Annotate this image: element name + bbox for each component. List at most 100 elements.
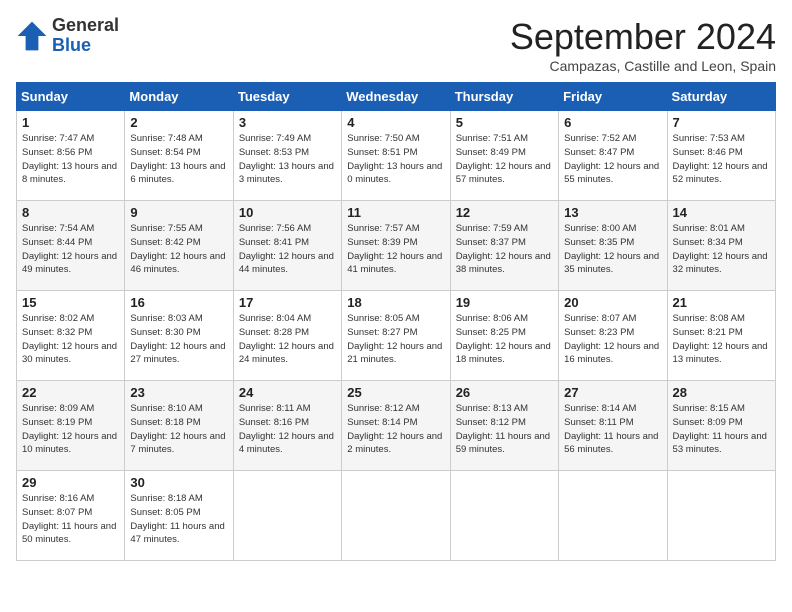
month-title: September 2024 — [510, 16, 776, 58]
day-number: 3 — [239, 115, 336, 130]
day-info: Sunrise: 8:13 AM Sunset: 8:12 PM Dayligh… — [456, 402, 553, 457]
day-info: Sunrise: 8:02 AM Sunset: 8:32 PM Dayligh… — [22, 312, 119, 367]
day-number: 16 — [130, 295, 227, 310]
calendar-cell: 11 Sunrise: 7:57 AM Sunset: 8:39 PM Dayl… — [342, 201, 450, 291]
calendar-cell — [559, 471, 667, 561]
day-number: 29 — [22, 475, 119, 490]
calendar-header-thursday: Thursday — [450, 83, 558, 111]
calendar-cell: 30 Sunrise: 8:18 AM Sunset: 8:05 PM Dayl… — [125, 471, 233, 561]
day-number: 27 — [564, 385, 661, 400]
day-number: 11 — [347, 205, 444, 220]
calendar-table: SundayMondayTuesdayWednesdayThursdayFrid… — [16, 82, 776, 561]
day-number: 4 — [347, 115, 444, 130]
day-number: 2 — [130, 115, 227, 130]
day-number: 21 — [673, 295, 770, 310]
day-info: Sunrise: 8:18 AM Sunset: 8:05 PM Dayligh… — [130, 492, 227, 547]
day-info: Sunrise: 8:16 AM Sunset: 8:07 PM Dayligh… — [22, 492, 119, 547]
day-number: 17 — [239, 295, 336, 310]
day-number: 18 — [347, 295, 444, 310]
calendar-cell: 7 Sunrise: 7:53 AM Sunset: 8:46 PM Dayli… — [667, 111, 775, 201]
day-info: Sunrise: 7:50 AM Sunset: 8:51 PM Dayligh… — [347, 132, 444, 187]
calendar-cell: 21 Sunrise: 8:08 AM Sunset: 8:21 PM Dayl… — [667, 291, 775, 381]
calendar-header-row: SundayMondayTuesdayWednesdayThursdayFrid… — [17, 83, 776, 111]
calendar-cell — [342, 471, 450, 561]
calendar-cell: 29 Sunrise: 8:16 AM Sunset: 8:07 PM Dayl… — [17, 471, 125, 561]
day-info: Sunrise: 7:53 AM Sunset: 8:46 PM Dayligh… — [673, 132, 770, 187]
logo-icon — [16, 20, 48, 52]
calendar-cell: 10 Sunrise: 7:56 AM Sunset: 8:41 PM Dayl… — [233, 201, 341, 291]
day-info: Sunrise: 7:56 AM Sunset: 8:41 PM Dayligh… — [239, 222, 336, 277]
day-info: Sunrise: 8:06 AM Sunset: 8:25 PM Dayligh… — [456, 312, 553, 367]
calendar-cell: 25 Sunrise: 8:12 AM Sunset: 8:14 PM Dayl… — [342, 381, 450, 471]
calendar-cell: 17 Sunrise: 8:04 AM Sunset: 8:28 PM Dayl… — [233, 291, 341, 381]
day-info: Sunrise: 8:01 AM Sunset: 8:34 PM Dayligh… — [673, 222, 770, 277]
day-number: 10 — [239, 205, 336, 220]
day-info: Sunrise: 7:59 AM Sunset: 8:37 PM Dayligh… — [456, 222, 553, 277]
day-info: Sunrise: 7:51 AM Sunset: 8:49 PM Dayligh… — [456, 132, 553, 187]
calendar-week-row: 8 Sunrise: 7:54 AM Sunset: 8:44 PM Dayli… — [17, 201, 776, 291]
calendar-cell: 15 Sunrise: 8:02 AM Sunset: 8:32 PM Dayl… — [17, 291, 125, 381]
day-info: Sunrise: 7:49 AM Sunset: 8:53 PM Dayligh… — [239, 132, 336, 187]
day-number: 12 — [456, 205, 553, 220]
calendar-cell: 28 Sunrise: 8:15 AM Sunset: 8:09 PM Dayl… — [667, 381, 775, 471]
calendar-cell: 24 Sunrise: 8:11 AM Sunset: 8:16 PM Dayl… — [233, 381, 341, 471]
day-number: 15 — [22, 295, 119, 310]
day-info: Sunrise: 7:52 AM Sunset: 8:47 PM Dayligh… — [564, 132, 661, 187]
day-info: Sunrise: 8:14 AM Sunset: 8:11 PM Dayligh… — [564, 402, 661, 457]
day-info: Sunrise: 7:54 AM Sunset: 8:44 PM Dayligh… — [22, 222, 119, 277]
calendar-week-row: 29 Sunrise: 8:16 AM Sunset: 8:07 PM Dayl… — [17, 471, 776, 561]
day-info: Sunrise: 7:47 AM Sunset: 8:56 PM Dayligh… — [22, 132, 119, 187]
calendar-cell — [667, 471, 775, 561]
calendar-cell: 12 Sunrise: 7:59 AM Sunset: 8:37 PM Dayl… — [450, 201, 558, 291]
day-info: Sunrise: 8:08 AM Sunset: 8:21 PM Dayligh… — [673, 312, 770, 367]
calendar-cell: 9 Sunrise: 7:55 AM Sunset: 8:42 PM Dayli… — [125, 201, 233, 291]
day-info: Sunrise: 8:04 AM Sunset: 8:28 PM Dayligh… — [239, 312, 336, 367]
day-number: 14 — [673, 205, 770, 220]
day-number: 1 — [22, 115, 119, 130]
calendar-cell — [450, 471, 558, 561]
day-number: 26 — [456, 385, 553, 400]
logo: General Blue — [16, 16, 119, 56]
day-info: Sunrise: 8:00 AM Sunset: 8:35 PM Dayligh… — [564, 222, 661, 277]
calendar-header-saturday: Saturday — [667, 83, 775, 111]
calendar-cell: 4 Sunrise: 7:50 AM Sunset: 8:51 PM Dayli… — [342, 111, 450, 201]
day-info: Sunrise: 7:48 AM Sunset: 8:54 PM Dayligh… — [130, 132, 227, 187]
calendar-cell: 8 Sunrise: 7:54 AM Sunset: 8:44 PM Dayli… — [17, 201, 125, 291]
location-text: Campazas, Castille and Leon, Spain — [510, 58, 776, 74]
calendar-header-monday: Monday — [125, 83, 233, 111]
day-info: Sunrise: 8:05 AM Sunset: 8:27 PM Dayligh… — [347, 312, 444, 367]
calendar-week-row: 22 Sunrise: 8:09 AM Sunset: 8:19 PM Dayl… — [17, 381, 776, 471]
calendar-cell: 20 Sunrise: 8:07 AM Sunset: 8:23 PM Dayl… — [559, 291, 667, 381]
day-number: 24 — [239, 385, 336, 400]
day-number: 22 — [22, 385, 119, 400]
calendar-week-row: 1 Sunrise: 7:47 AM Sunset: 8:56 PM Dayli… — [17, 111, 776, 201]
day-number: 8 — [22, 205, 119, 220]
calendar-cell: 2 Sunrise: 7:48 AM Sunset: 8:54 PM Dayli… — [125, 111, 233, 201]
calendar-cell: 14 Sunrise: 8:01 AM Sunset: 8:34 PM Dayl… — [667, 201, 775, 291]
calendar-cell: 13 Sunrise: 8:00 AM Sunset: 8:35 PM Dayl… — [559, 201, 667, 291]
calendar-cell: 6 Sunrise: 7:52 AM Sunset: 8:47 PM Dayli… — [559, 111, 667, 201]
day-number: 6 — [564, 115, 661, 130]
day-number: 7 — [673, 115, 770, 130]
day-info: Sunrise: 8:12 AM Sunset: 8:14 PM Dayligh… — [347, 402, 444, 457]
day-info: Sunrise: 8:07 AM Sunset: 8:23 PM Dayligh… — [564, 312, 661, 367]
day-number: 28 — [673, 385, 770, 400]
calendar-week-row: 15 Sunrise: 8:02 AM Sunset: 8:32 PM Dayl… — [17, 291, 776, 381]
day-number: 5 — [456, 115, 553, 130]
calendar-cell: 5 Sunrise: 7:51 AM Sunset: 8:49 PM Dayli… — [450, 111, 558, 201]
calendar-header-wednesday: Wednesday — [342, 83, 450, 111]
calendar-cell: 16 Sunrise: 8:03 AM Sunset: 8:30 PM Dayl… — [125, 291, 233, 381]
day-number: 30 — [130, 475, 227, 490]
calendar-header-tuesday: Tuesday — [233, 83, 341, 111]
day-number: 23 — [130, 385, 227, 400]
page-header: General Blue September 2024 Campazas, Ca… — [16, 16, 776, 74]
day-number: 20 — [564, 295, 661, 310]
day-info: Sunrise: 8:10 AM Sunset: 8:18 PM Dayligh… — [130, 402, 227, 457]
calendar-cell: 18 Sunrise: 8:05 AM Sunset: 8:27 PM Dayl… — [342, 291, 450, 381]
calendar-cell: 23 Sunrise: 8:10 AM Sunset: 8:18 PM Dayl… — [125, 381, 233, 471]
day-info: Sunrise: 7:57 AM Sunset: 8:39 PM Dayligh… — [347, 222, 444, 277]
logo-general-text: General — [52, 15, 119, 35]
title-block: September 2024 Campazas, Castille and Le… — [510, 16, 776, 74]
calendar-header-friday: Friday — [559, 83, 667, 111]
calendar-cell: 3 Sunrise: 7:49 AM Sunset: 8:53 PM Dayli… — [233, 111, 341, 201]
